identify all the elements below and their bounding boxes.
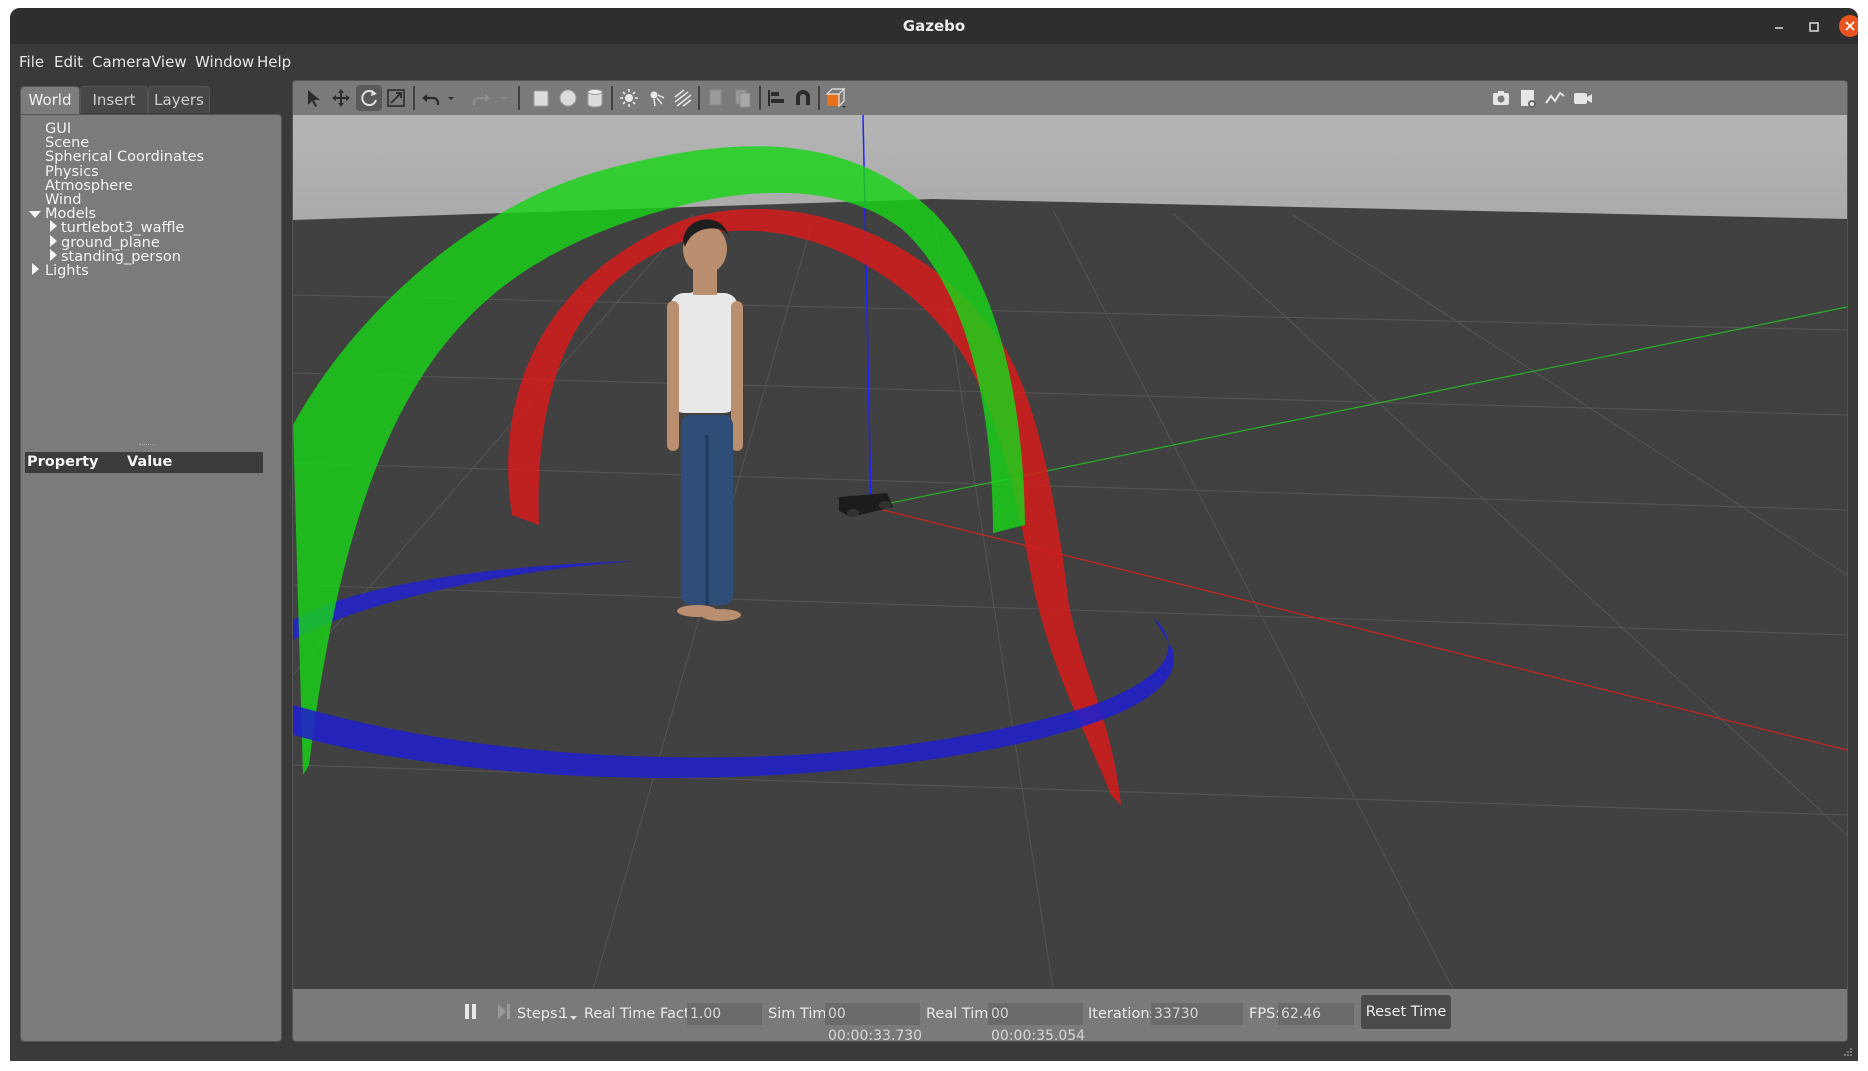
menu-view[interactable]: View: [151, 53, 187, 71]
window-title: Gazebo: [902, 17, 966, 35]
menu-edit[interactable]: Edit: [54, 53, 83, 71]
expand-models-icon[interactable]: [29, 211, 41, 218]
step-forward-icon[interactable]: [496, 1002, 512, 1026]
title-bar[interactable]: Gazebo: [10, 8, 1858, 44]
panel-splitter-handle[interactable]: [139, 444, 155, 448]
cylinder-shape-icon[interactable]: [582, 85, 608, 111]
tree-item-lights[interactable]: Lights: [45, 263, 89, 280]
toolbar-separator: [759, 86, 761, 110]
view-angle-icon[interactable]: [823, 85, 849, 111]
redo-icon[interactable]: [469, 85, 495, 111]
undo-icon[interactable]: [417, 85, 443, 111]
left-panel: World Insert Layers GUI Scene Spherical …: [20, 80, 282, 1042]
gazebo-window: Gazebo File Edit Camera View Window Help…: [10, 8, 1858, 1061]
toolbar-separator: [698, 86, 700, 110]
iterations-field: 33730: [1151, 1003, 1243, 1025]
reset-time-button[interactable]: Reset Time: [1361, 995, 1451, 1029]
toolbar-separator: [413, 86, 415, 110]
close-button[interactable]: [1839, 15, 1858, 37]
steps-label: Steps:: [517, 1006, 563, 1022]
close-icon: [1845, 21, 1855, 31]
menu-camera[interactable]: Camera: [92, 53, 151, 71]
copy-icon[interactable]: [703, 85, 729, 111]
spot-light-icon[interactable]: [643, 85, 669, 111]
real-time-field: 00 00:00:35.054: [988, 1003, 1085, 1041]
tab-insert[interactable]: Insert: [80, 86, 148, 113]
simulation-status-bar: Steps: 1 Real Time Factor: 1.00 Sim Time…: [293, 989, 1847, 1041]
select-arrow-icon[interactable]: [301, 85, 327, 111]
property-table-header: Property Value: [25, 452, 263, 473]
steps-value[interactable]: 1: [559, 1006, 568, 1022]
box-shape-icon[interactable]: [528, 85, 554, 111]
maximize-icon: [1809, 22, 1819, 32]
menu-window[interactable]: Window: [195, 53, 254, 71]
expand-lights-icon[interactable]: [32, 263, 39, 275]
directional-light-icon[interactable]: [670, 85, 696, 111]
undo-dropdown-icon[interactable]: [443, 85, 459, 111]
scale-icon[interactable]: [383, 85, 409, 111]
fps-field: 62.46: [1278, 1003, 1354, 1025]
real-time-factor-field: 1.00: [687, 1003, 762, 1025]
steps-spinner-icon[interactable]: [569, 1010, 579, 1026]
resize-grip-icon[interactable]: [1842, 1044, 1854, 1061]
redo-dropdown-icon[interactable]: [496, 85, 512, 111]
maximize-button[interactable]: [1803, 16, 1825, 38]
expand-ground-plane-icon[interactable]: [50, 235, 57, 247]
toolbar-separator: [611, 86, 613, 110]
screenshot-camera-icon[interactable]: [1488, 85, 1514, 111]
minimize-button[interactable]: [1768, 16, 1790, 38]
main-render-panel: Steps: 1 Real Time Factor: 1.00 Sim Time…: [292, 80, 1848, 1042]
plot-icon[interactable]: [1542, 85, 1568, 111]
rotate-icon[interactable]: [356, 85, 382, 111]
tab-layers[interactable]: Layers: [148, 86, 210, 113]
menu-help[interactable]: Help: [257, 53, 291, 71]
3d-viewport[interactable]: [293, 115, 1847, 989]
snap-magnet-icon[interactable]: [790, 85, 816, 111]
align-icon[interactable]: [763, 85, 789, 111]
pause-icon[interactable]: [463, 1002, 479, 1026]
point-light-icon[interactable]: [616, 85, 642, 111]
value-column-header[interactable]: Value: [127, 454, 172, 470]
menu-file[interactable]: File: [19, 53, 44, 71]
video-record-icon[interactable]: [1570, 85, 1596, 111]
left-panel-tabs: World Insert Layers: [20, 86, 282, 115]
property-column-header[interactable]: Property: [27, 454, 99, 470]
fps-label: FPS:: [1249, 1006, 1281, 1022]
minimize-icon: [1775, 27, 1783, 29]
world-tree-panel: GUI Scene Spherical Coordinates Physics …: [20, 114, 282, 1042]
toolbar-separator: [818, 86, 820, 110]
paste-icon[interactable]: [730, 85, 756, 111]
ground-plane[interactable]: [293, 199, 1847, 989]
toolbar-separator: [518, 86, 520, 110]
translate-icon[interactable]: [328, 85, 354, 111]
expand-standing-person-icon[interactable]: [50, 249, 57, 261]
expand-turtlebot-icon[interactable]: [50, 220, 57, 232]
log-icon[interactable]: [1515, 85, 1541, 111]
sim-time-field: 00 00:00:33.730: [825, 1003, 922, 1041]
sphere-shape-icon[interactable]: [555, 85, 581, 111]
tab-world[interactable]: World: [20, 86, 80, 115]
toolbar: [293, 81, 1847, 115]
menu-bar: File Edit Camera View Window Help: [10, 44, 1858, 74]
